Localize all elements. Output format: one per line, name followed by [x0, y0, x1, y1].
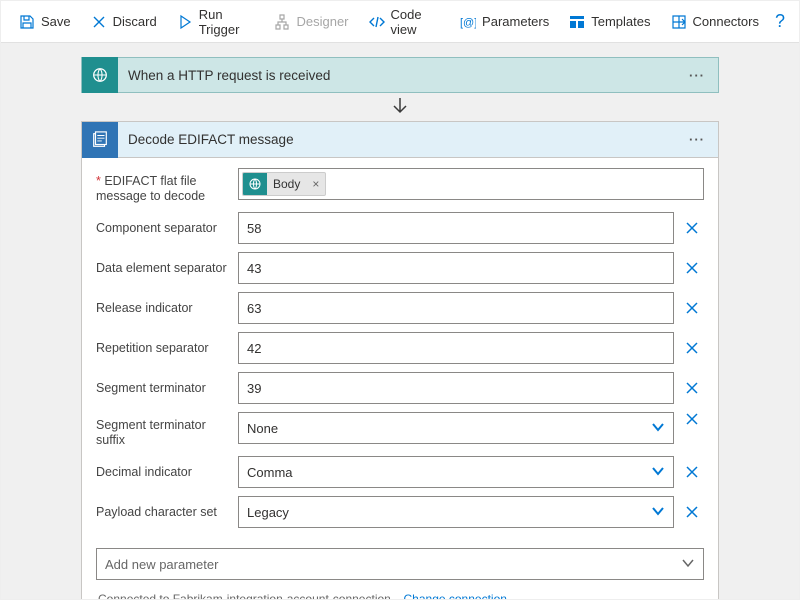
discard-icon	[91, 14, 107, 30]
chevron-down-icon	[651, 464, 665, 481]
segment-terminator-label: Segment terminator	[96, 381, 232, 396]
field-row-edifact-message: * EDIFACT flat file message to decode Bo…	[96, 168, 704, 204]
discard-button[interactable]: Discard	[81, 1, 167, 43]
component-separator-clear[interactable]	[680, 221, 704, 235]
body-token[interactable]: Body ×	[242, 172, 326, 196]
templates-icon	[569, 14, 585, 30]
svg-text:[@]: [@]	[460, 17, 476, 29]
field-row-decimal-indicator: Decimal indicator Comma	[96, 456, 704, 488]
run-trigger-button[interactable]: Run Trigger	[167, 1, 265, 43]
designer-button[interactable]: Designer	[264, 1, 358, 43]
flow-arrow	[81, 93, 719, 121]
segment-terminator-input[interactable]: 39	[238, 372, 674, 404]
add-new-parameter-select[interactable]: Add new parameter	[96, 548, 704, 580]
parameters-label: Parameters	[482, 14, 549, 29]
designer-label: Designer	[296, 14, 348, 29]
decimal-indicator-clear[interactable]	[680, 465, 704, 479]
field-row-segment-terminator: Segment terminator 39	[96, 372, 704, 404]
parameters-icon: [@]	[460, 14, 476, 30]
component-separator-label: Component separator	[96, 221, 232, 236]
discard-label: Discard	[113, 14, 157, 29]
field-row-data-element-separator: Data element separator 43	[96, 252, 704, 284]
help-button[interactable]: ?	[769, 11, 791, 32]
action-body: * EDIFACT flat file message to decode Bo…	[82, 158, 718, 599]
action-title: Decode EDIFACT message	[118, 132, 684, 147]
code-view-button[interactable]: Code view	[359, 1, 451, 43]
segment-terminator-suffix-clear[interactable]	[680, 412, 704, 426]
chevron-down-icon	[681, 556, 695, 573]
chevron-down-icon	[651, 504, 665, 521]
release-indicator-label: Release indicator	[96, 301, 232, 316]
connectors-icon	[671, 14, 687, 30]
decode-edifact-icon	[82, 122, 118, 158]
payload-charset-clear[interactable]	[680, 505, 704, 519]
body-token-label: Body	[267, 177, 306, 191]
release-indicator-input[interactable]: 63	[238, 292, 674, 324]
decimal-indicator-label: Decimal indicator	[96, 465, 232, 480]
segment-terminator-clear[interactable]	[680, 381, 704, 395]
body-token-remove[interactable]: ×	[306, 177, 325, 191]
repetition-separator-input[interactable]: 42	[238, 332, 674, 364]
field-row-payload-charset: Payload character set Legacy	[96, 496, 704, 528]
action-card-decode-edifact: Decode EDIFACT message ··· * EDIFACT fla…	[81, 121, 719, 599]
parameters-button[interactable]: [@] Parameters	[450, 1, 559, 43]
connection-info: Connected to Fabrikam-integration-accoun…	[96, 588, 704, 599]
help-icon: ?	[775, 11, 785, 31]
connectors-button[interactable]: Connectors	[661, 1, 769, 43]
add-new-parameter-label: Add new parameter	[105, 557, 218, 572]
field-row-repetition-separator: Repetition separator 42	[96, 332, 704, 364]
azure-logic-app-designer: Save Discard Run Trigger Designer Code v…	[0, 0, 800, 600]
chevron-down-icon	[651, 420, 665, 437]
templates-label: Templates	[591, 14, 650, 29]
edifact-message-input[interactable]: Body ×	[238, 168, 704, 200]
data-element-separator-input[interactable]: 43	[238, 252, 674, 284]
action-menu-button[interactable]: ···	[684, 132, 710, 147]
repetition-separator-clear[interactable]	[680, 341, 704, 355]
decimal-indicator-select[interactable]: Comma	[238, 456, 674, 488]
data-element-separator-clear[interactable]	[680, 261, 704, 275]
segment-terminator-suffix-label: Segment terminator suffix	[96, 412, 232, 448]
connectors-label: Connectors	[693, 14, 759, 29]
trigger-menu-button[interactable]: ···	[684, 68, 710, 83]
save-label: Save	[41, 14, 71, 29]
repetition-separator-label: Repetition separator	[96, 341, 232, 356]
code-view-icon	[369, 14, 385, 30]
segment-terminator-suffix-select[interactable]: None	[238, 412, 674, 444]
http-body-token-icon	[243, 172, 267, 196]
http-request-icon	[82, 57, 118, 93]
code-view-label: Code view	[391, 7, 441, 37]
field-row-component-separator: Component separator 58	[96, 212, 704, 244]
change-connection-link[interactable]: Change connection.	[404, 592, 511, 599]
component-separator-input[interactable]: 58	[238, 212, 674, 244]
designer-icon	[274, 14, 290, 30]
release-indicator-clear[interactable]	[680, 301, 704, 315]
templates-button[interactable]: Templates	[559, 1, 660, 43]
save-icon	[19, 14, 35, 30]
trigger-title: When a HTTP request is received	[118, 68, 684, 83]
designer-canvas: When a HTTP request is received ··· Deco…	[1, 43, 799, 599]
trigger-card[interactable]: When a HTTP request is received ···	[81, 57, 719, 93]
save-button[interactable]: Save	[9, 1, 81, 43]
run-trigger-icon	[177, 14, 193, 30]
payload-charset-label: Payload character set	[96, 505, 232, 520]
action-header[interactable]: Decode EDIFACT message ···	[82, 122, 718, 158]
payload-charset-select[interactable]: Legacy	[238, 496, 674, 528]
data-element-separator-label: Data element separator	[96, 261, 232, 276]
connection-text: Connected to Fabrikam-integration-accoun…	[98, 592, 394, 599]
edifact-message-label: * EDIFACT flat file message to decode	[96, 168, 232, 204]
run-trigger-label: Run Trigger	[199, 7, 255, 37]
field-row-segment-terminator-suffix: Segment terminator suffix None	[96, 412, 704, 448]
command-bar: Save Discard Run Trigger Designer Code v…	[1, 1, 799, 43]
field-row-release-indicator: Release indicator 63	[96, 292, 704, 324]
